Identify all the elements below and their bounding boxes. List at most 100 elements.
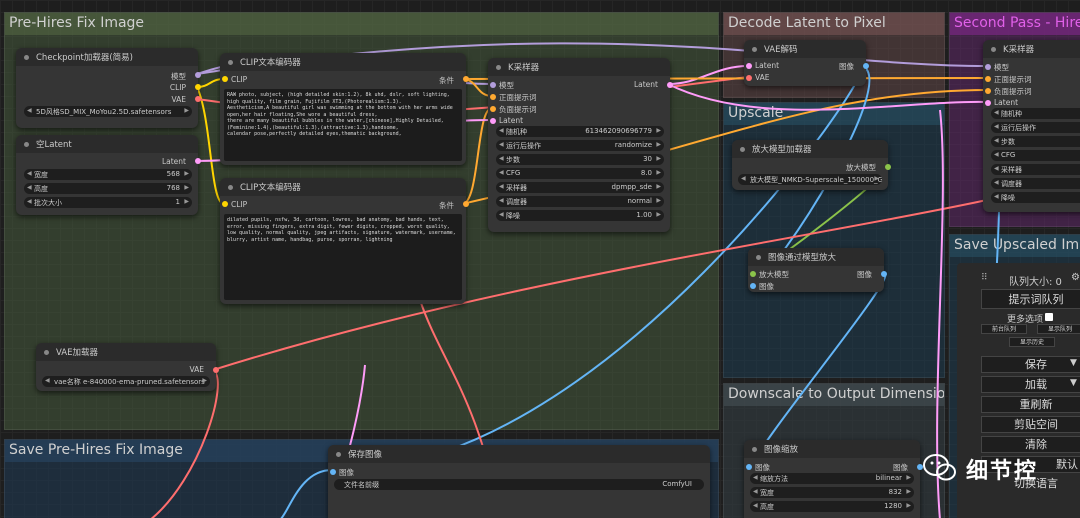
- denoise-widget[interactable]: ◀ 降噪 1.00 ▶: [496, 210, 664, 221]
- input-model-label: 模型: [994, 63, 1009, 72]
- input-clip-port[interactable]: [222, 76, 228, 82]
- output-model-port[interactable]: [195, 72, 201, 78]
- node-title: 放大模型加载器: [732, 140, 888, 158]
- batch-widget[interactable]: ◀ 批次大小 1 ▶: [24, 197, 192, 208]
- output-vae-port[interactable]: [195, 96, 201, 102]
- group-title: Save Upscaled Imag: [950, 235, 1080, 257]
- scheduler-widget[interactable]: ◀ 调度器 normal ▶: [496, 196, 664, 207]
- steps-widget[interactable]: ◀ 步数: [991, 136, 1080, 147]
- positive-prompt-textarea[interactable]: RAW photo, subject, (high detailed skin:…: [224, 89, 462, 161]
- wechat-icon: [923, 454, 956, 481]
- control-widget[interactable]: ◀ 运行后操作 randomize ▶: [496, 140, 664, 151]
- node-title: K采样器: [488, 58, 670, 76]
- scheduler-widget[interactable]: ◀ 调度器: [991, 178, 1080, 189]
- input-upscale-model-port[interactable]: [750, 271, 756, 277]
- checkpoint-loader-node[interactable]: Checkpoint加载器(简易) 模型 CLIP VAE ◀ 5D风格SD_M…: [16, 48, 201, 128]
- input-image-port[interactable]: [750, 283, 756, 289]
- input-latent-port[interactable]: [490, 118, 496, 124]
- ksampler-node[interactable]: K采样器 模型 Latent 正面提示词 负面提示词 Latent ◀ 随机种 61…: [488, 58, 673, 232]
- seed-widget[interactable]: ◀ 随机种 613462090696779 ▶: [496, 126, 664, 137]
- load-button[interactable]: 加载: [981, 376, 1080, 393]
- output-clip-port[interactable]: [195, 84, 201, 90]
- dropdown-arrow-icon[interactable]: ▼: [1070, 378, 1077, 388]
- input-latent-label: Latent: [499, 116, 524, 125]
- empty-latent-node[interactable]: 空Latent Latent ◀ 宽度 568 ▶ ◀ 高度 768 ▶ ◀ 批次大小 1 ▶: [16, 135, 201, 215]
- vae-decode-node[interactable]: VAE解码 Latent 图像 VAE: [744, 40, 869, 86]
- input-model-port[interactable]: [985, 64, 991, 70]
- arrow-left-icon: ◀: [994, 151, 999, 158]
- upscale-model-combo[interactable]: ◀放大模型_NMKD-Superscale_150000_G.pth▶: [738, 174, 882, 185]
- output-conditioning-port[interactable]: [463, 76, 469, 82]
- save-image-node[interactable]: 保存图像 图像 文件名前缀 ComfyUI: [328, 445, 710, 518]
- cfg-widget[interactable]: ◀ CFG: [991, 150, 1080, 161]
- output-latent-port[interactable]: [667, 82, 673, 88]
- width-widget[interactable]: ◀ 宽度 568 ▶: [24, 169, 192, 180]
- output-latent-port[interactable]: [195, 158, 201, 164]
- output-upscale-model-port[interactable]: [885, 164, 891, 170]
- queue-size-label: 队列大小: 0: [1009, 277, 1062, 288]
- watermark-text: 细节控: [966, 459, 1039, 484]
- vae-name-combo[interactable]: ◀ vae名称 e-840000-ema-pruned.safetensors ▶: [42, 376, 210, 387]
- arrow-right-icon: ▶: [184, 170, 189, 177]
- output-image-port[interactable]: [863, 63, 869, 69]
- input-image-port[interactable]: [330, 469, 336, 475]
- input-latent-port[interactable]: [985, 100, 991, 106]
- negative-prompt-textarea[interactable]: dilated pupils, nsfw, 3d, cartoon, lowre…: [224, 214, 462, 300]
- steps-widget[interactable]: ◀ 步数 30 ▶: [496, 154, 664, 165]
- input-clip-port[interactable]: [222, 201, 228, 207]
- filename-prefix-widget[interactable]: 文件名前缀 ComfyUI: [334, 479, 704, 490]
- input-latent-port[interactable]: [746, 63, 752, 69]
- ksampler-second-pass-node[interactable]: K采样器 模型 正面提示词 负面提示词 Latent ◀ 随机种 ◀ 运行后操作 ◀…: [983, 40, 1080, 212]
- input-negative-label: 负面提示词: [994, 87, 1032, 96]
- node-title: VAE加载器: [36, 343, 216, 361]
- scale-width-widget[interactable]: ◀ 宽度 832 ▶: [750, 487, 914, 498]
- show-queue-button[interactable]: 显示队列: [1037, 324, 1080, 334]
- image-upscale-with-model-node[interactable]: 图像通过模型放大 放大模型 图像 图像: [748, 248, 887, 292]
- node-title: CLIP文本编码器: [220, 178, 466, 196]
- output-vae-port[interactable]: [213, 367, 219, 373]
- drag-handle-icon[interactable]: ⠿: [981, 273, 988, 283]
- control-widget[interactable]: ◀ 运行后操作: [991, 122, 1080, 133]
- more-options-checkbox[interactable]: [1045, 313, 1053, 321]
- output-conditioning-port[interactable]: [463, 201, 469, 207]
- show-history-button[interactable]: 显示历史: [1009, 337, 1055, 347]
- input-negative-port[interactable]: [985, 88, 991, 94]
- output-vae-label: VAE: [189, 365, 204, 374]
- arrow-right-icon: ▶: [906, 488, 911, 495]
- node-title: CLIP文本编码器: [220, 53, 466, 71]
- node-title: 图像通过模型放大: [748, 248, 884, 266]
- input-vae-port[interactable]: [746, 75, 752, 81]
- clip-text-encode-positive-node[interactable]: CLIP文本编码器 CLIP 条件 RAW photo, subject, (h…: [220, 53, 469, 165]
- input-image-port[interactable]: [746, 464, 752, 470]
- upscale-method-widget[interactable]: ◀ 缩放方法 bilinear ▶: [750, 473, 914, 484]
- input-positive-port[interactable]: [490, 94, 496, 100]
- queue-prompt-button[interactable]: 提示词队列: [981, 289, 1080, 309]
- input-negative-port[interactable]: [490, 106, 496, 112]
- output-image-port[interactable]: [881, 271, 887, 277]
- cfg-widget[interactable]: ◀ CFG 8.0 ▶: [496, 168, 664, 179]
- arrow-left-icon: ◀: [994, 123, 999, 130]
- image-scale-node[interactable]: 图像缩放 图像 图像 ◀ 缩放方法 bilinear ▶ ◀ 宽度 832 ▶ ◀ 高度 128…: [744, 440, 923, 518]
- vae-loader-node[interactable]: VAE加载器 VAE ◀ vae名称 e-840000-ema-pruned.sa…: [36, 343, 219, 391]
- seed-widget[interactable]: ◀ 随机种: [991, 108, 1080, 119]
- dropdown-arrow-icon[interactable]: ▼: [1070, 358, 1077, 368]
- sampler-widget[interactable]: ◀ 采样器: [991, 164, 1080, 175]
- height-widget[interactable]: ◀ 高度 768 ▶: [24, 183, 192, 194]
- scale-height-widget[interactable]: ◀ 高度 1280 ▶: [750, 501, 914, 512]
- sampler-widget[interactable]: ◀ 采样器 dpmpp_sde ▶: [496, 182, 664, 193]
- ckpt-name-combo[interactable]: ◀ 5D风格SD_MIX_MoYou2.5D.safetensors ▶: [24, 106, 192, 117]
- refresh-button[interactable]: 重刷新: [981, 396, 1080, 413]
- settings-gear-icon[interactable]: ⚙: [1071, 272, 1080, 283]
- input-latent-label: Latent: [994, 98, 1019, 107]
- output-model-label: 模型: [171, 72, 186, 81]
- clip-text-encode-negative-node[interactable]: CLIP文本编码器 CLIP 条件 dilated pupils, nsfw, …: [220, 178, 469, 304]
- clipspace-button[interactable]: 剪贴空间: [981, 416, 1080, 433]
- denoise-widget[interactable]: ◀ 降噪: [991, 192, 1080, 203]
- node-title: Checkpoint加载器(简易): [16, 48, 198, 66]
- input-positive-port[interactable]: [985, 76, 991, 82]
- front-queue-button[interactable]: 前台队列: [981, 324, 1027, 334]
- node-canvas[interactable]: Pre-Hires Fix Image Decode Latent to Pix…: [0, 0, 1080, 518]
- input-model-port[interactable]: [490, 82, 496, 88]
- upscale-model-loader-node[interactable]: 放大模型加载器 放大模型 ◀ 放大模型_NMKD-Superscale_15000…: [732, 140, 891, 190]
- save-button[interactable]: 保存: [981, 356, 1080, 373]
